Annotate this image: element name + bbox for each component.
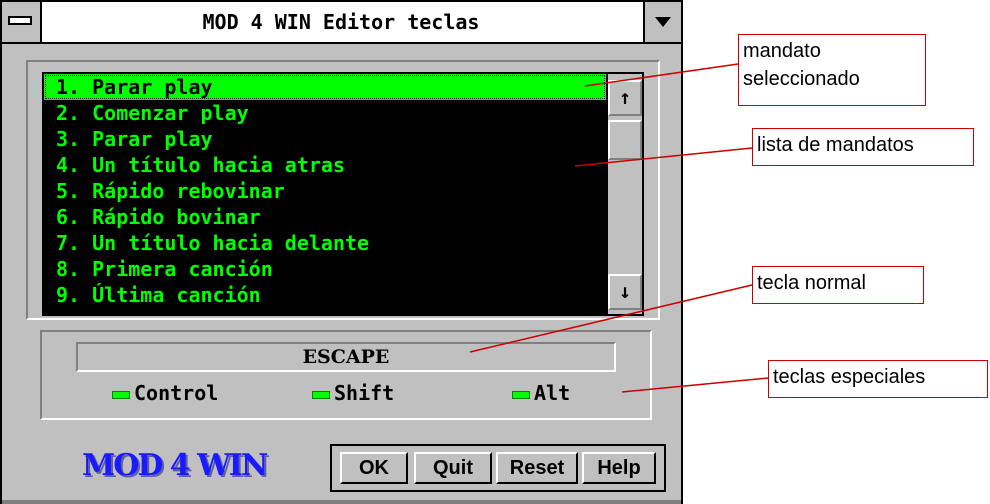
- callout-selected-line2: seleccionado: [743, 68, 860, 90]
- help-button[interactable]: Help: [582, 452, 656, 484]
- callout-special-keys: teclas especiales: [768, 360, 988, 398]
- shift-toggle[interactable]: Shift: [312, 380, 394, 406]
- control-led-icon: [112, 390, 130, 399]
- dialog-button-group: OK Quit Reset Help: [330, 444, 666, 492]
- command-item-9[interactable]: 9. Última canción: [44, 282, 606, 308]
- alt-led-icon: [512, 390, 530, 399]
- command-item-8[interactable]: 8. Primera canción: [44, 256, 606, 282]
- list-scrollbar[interactable]: ↑ ↓: [608, 72, 644, 316]
- editor-window: MOD 4 WIN Editor teclas 1. Parar play 2.…: [0, 0, 683, 504]
- app-logo: MOD 4 WIN: [82, 448, 268, 483]
- scroll-down-arrow-icon[interactable]: ↓: [608, 274, 642, 310]
- callout-command-list: lista de mandatos: [752, 128, 974, 166]
- shift-label: Shift: [334, 381, 395, 405]
- reset-button[interactable]: Reset: [496, 452, 578, 484]
- window-title: MOD 4 WIN Editor teclas: [202, 10, 480, 34]
- callout-selected-command: mandato seleccionado: [738, 34, 926, 106]
- command-item-4[interactable]: 4. Un título hacia atras: [44, 152, 606, 178]
- shift-led-icon: [312, 390, 330, 399]
- alt-label: Alt: [534, 381, 571, 405]
- control-label: Control: [134, 381, 219, 405]
- command-item-5[interactable]: 5. Rápido rebovinar: [44, 178, 606, 204]
- ok-button[interactable]: OK: [340, 452, 408, 484]
- callout-normal-key: tecla normal: [752, 266, 924, 304]
- alt-toggle[interactable]: Alt: [512, 380, 570, 406]
- scroll-thumb[interactable]: [608, 120, 642, 160]
- command-item-7[interactable]: 7. Un título hacia delante: [44, 230, 606, 256]
- command-item-2[interactable]: 2. Comenzar play: [44, 100, 606, 126]
- quit-button[interactable]: Quit: [414, 452, 492, 484]
- command-item-6[interactable]: 6. Rápido bovinar: [44, 204, 606, 230]
- command-item-1[interactable]: 1. Parar play: [44, 74, 606, 100]
- title-bar: MOD 4 WIN Editor teclas: [2, 2, 681, 44]
- command-list[interactable]: 1. Parar play 2. Comenzar play 3. Parar …: [42, 72, 608, 316]
- callout-selected-line1: mandato: [743, 40, 821, 62]
- system-menu-icon: [8, 16, 32, 25]
- scroll-up-arrow-icon[interactable]: ↑: [608, 80, 642, 116]
- triangle-down-icon: [655, 17, 671, 27]
- window-bottom-edge: [2, 500, 681, 504]
- system-menu-button[interactable]: [2, 2, 42, 42]
- key-input[interactable]: ESCAPE: [76, 342, 616, 372]
- minimize-button[interactable]: [643, 2, 681, 42]
- control-toggle[interactable]: Control: [112, 380, 218, 406]
- command-item-3[interactable]: 3. Parar play: [44, 126, 606, 152]
